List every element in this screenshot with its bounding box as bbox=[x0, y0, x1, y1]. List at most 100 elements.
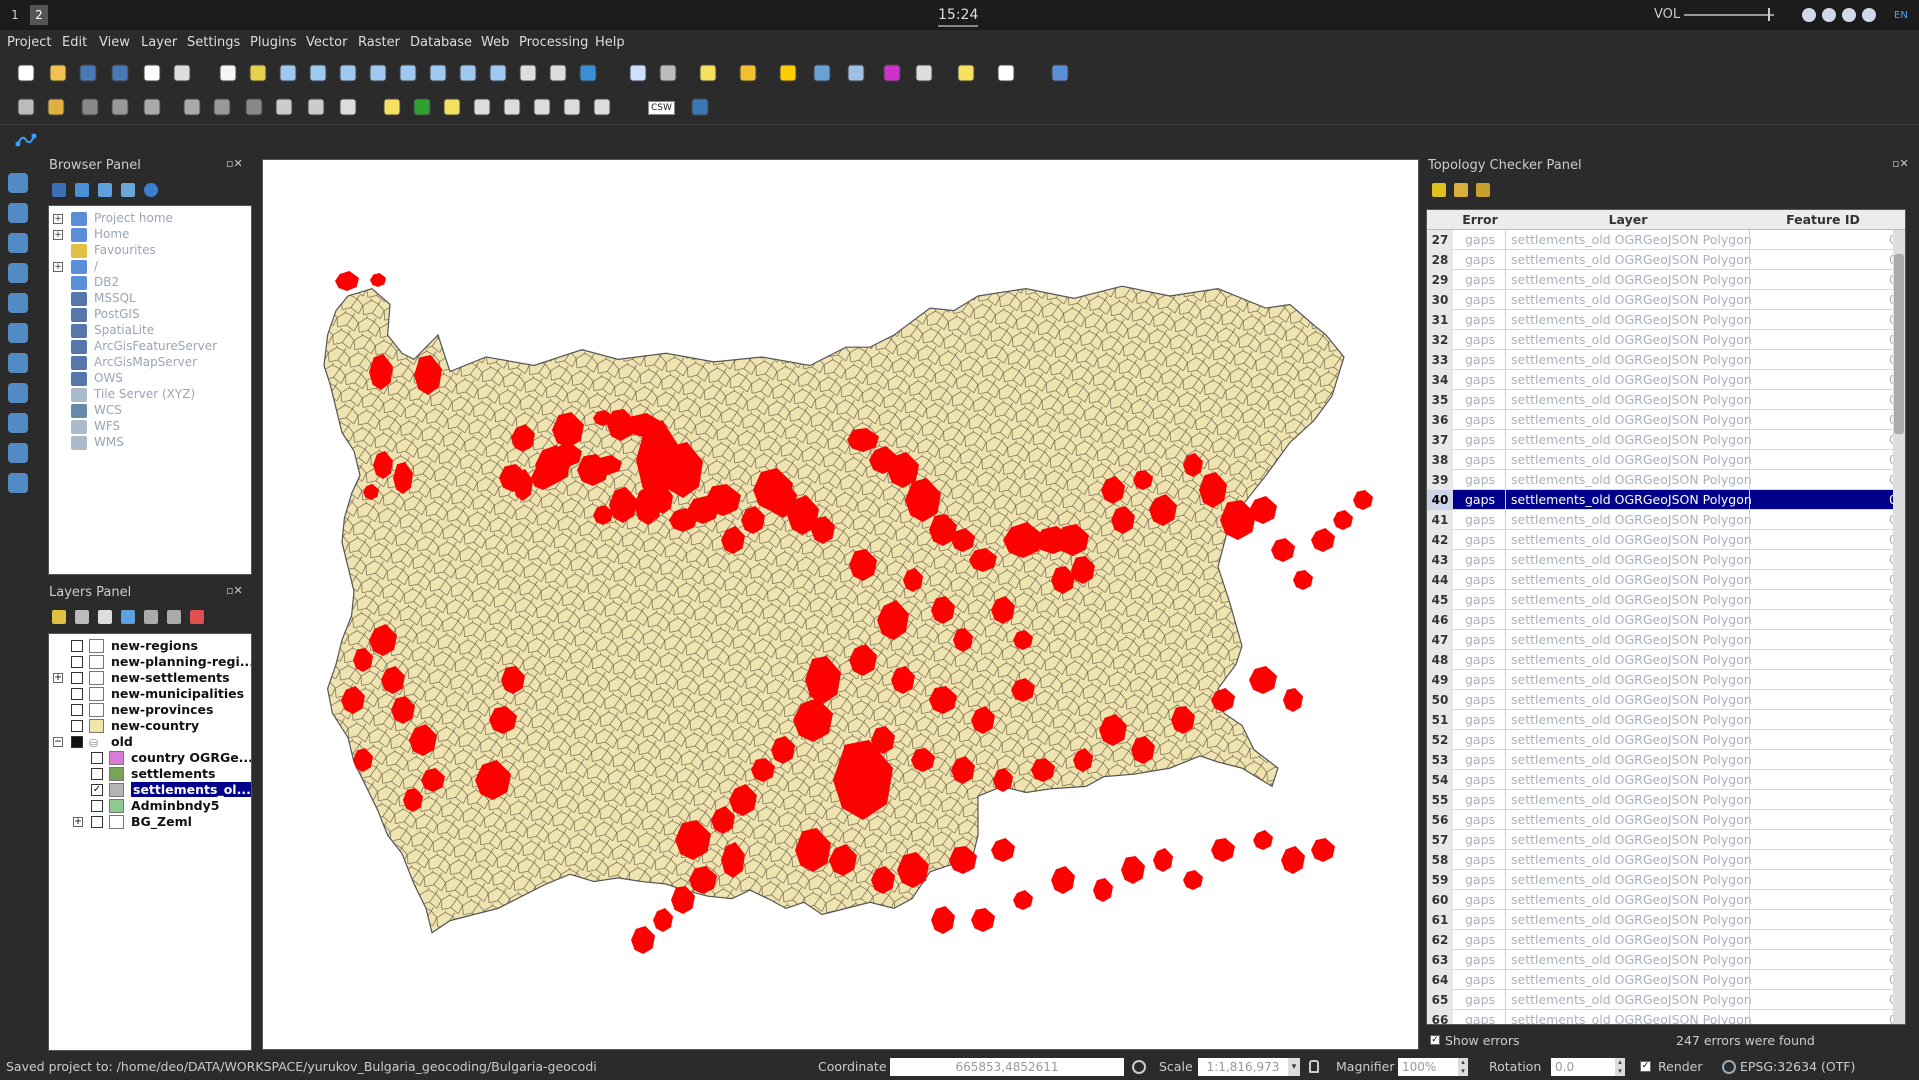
table-row[interactable]: 58 gaps settlements_old OGRGeoJSON Polygon… bbox=[1427, 850, 1905, 870]
show-errors-checkbox[interactable]: ✓ bbox=[1430, 1035, 1440, 1045]
table-row[interactable]: 60 gaps settlements_old OGRGeoJSON Polygon… bbox=[1427, 890, 1905, 910]
layer-row[interactable]: new-country bbox=[49, 718, 251, 734]
expand-icon[interactable]: + bbox=[53, 262, 63, 272]
browser-item[interactable]: DB2 bbox=[49, 275, 249, 291]
header-feature-id[interactable]: Feature ID bbox=[1751, 212, 1895, 227]
table-row[interactable]: 33 gaps settlements_old OGRGeoJSON Polygon… bbox=[1427, 350, 1905, 370]
help-icon[interactable] bbox=[1048, 61, 1072, 85]
table-row[interactable]: 53 gaps settlements_old OGRGeoJSON Polygon… bbox=[1427, 750, 1905, 770]
gap-error-polygon[interactable] bbox=[1153, 848, 1173, 872]
network-icon[interactable] bbox=[1802, 8, 1816, 22]
table-row[interactable]: 49 gaps settlements_old OGRGeoJSON Polygon… bbox=[1427, 670, 1905, 690]
coordinate-field[interactable]: 665853,4852611 bbox=[890, 1058, 1124, 1076]
browser-item[interactable]: + Project home bbox=[49, 211, 249, 227]
toggle-editing-icon[interactable] bbox=[44, 95, 68, 119]
add-polygon-vtool-icon[interactable] bbox=[5, 260, 31, 286]
zoom-next-icon[interactable] bbox=[486, 61, 510, 85]
gap-error-polygon[interactable] bbox=[1311, 838, 1335, 862]
layer-row[interactable]: + BG_Zeml bbox=[49, 814, 251, 830]
change-label-icon[interactable] bbox=[590, 95, 614, 119]
highlight-label-icon[interactable] bbox=[440, 95, 464, 119]
gap-error-polygon[interactable] bbox=[370, 273, 386, 287]
snapping-icon[interactable] bbox=[14, 128, 38, 152]
topology-panel-float-icon[interactable]: ▫✕ bbox=[1892, 157, 1909, 170]
layer-row[interactable]: + new-settlements bbox=[49, 670, 251, 686]
browser-item[interactable]: + Home bbox=[49, 227, 249, 243]
open-project-icon[interactable] bbox=[46, 61, 70, 85]
zoom-last-icon[interactable] bbox=[456, 61, 480, 85]
gap-error-polygon[interactable] bbox=[991, 838, 1015, 862]
gap-error-polygon[interactable] bbox=[653, 908, 673, 932]
table-row[interactable]: 57 gaps settlements_old OGRGeoJSON Polygon… bbox=[1427, 830, 1905, 850]
browser-item[interactable]: + / bbox=[49, 259, 249, 275]
identify-icon[interactable] bbox=[626, 61, 650, 85]
label-tool-icon[interactable] bbox=[380, 95, 404, 119]
gap-error-polygon[interactable] bbox=[1121, 856, 1145, 884]
header-layer[interactable]: Layer bbox=[1507, 212, 1749, 227]
expand-icon[interactable]: + bbox=[53, 230, 63, 240]
zoom-out-icon[interactable] bbox=[306, 61, 330, 85]
table-row[interactable]: 28 gaps settlements_old OGRGeoJSON Polygon… bbox=[1427, 250, 1905, 270]
gap-error-polygon[interactable] bbox=[971, 908, 995, 932]
magnifier-field[interactable]: 100% bbox=[1398, 1058, 1458, 1076]
crs-label[interactable]: EPSG:32634 (OTF) bbox=[1740, 1059, 1855, 1074]
table-row[interactable]: 31 gaps settlements_old OGRGeoJSON Polygon… bbox=[1427, 310, 1905, 330]
collapse-all-layers-icon[interactable] bbox=[167, 610, 181, 624]
georeferencer-icon[interactable] bbox=[5, 470, 31, 496]
dropbox-icon[interactable] bbox=[1842, 8, 1856, 22]
lock-scale-icon[interactable] bbox=[1309, 1060, 1319, 1073]
menu-database[interactable]: Database bbox=[410, 35, 472, 50]
layer-row[interactable]: new-municipalities bbox=[49, 686, 251, 702]
rotation-field[interactable]: 0.0 bbox=[1551, 1058, 1615, 1076]
table-row[interactable]: 35 gaps settlements_old OGRGeoJSON Polygon… bbox=[1427, 390, 1905, 410]
table-row[interactable]: 47 gaps settlements_old OGRGeoJSON Polygon… bbox=[1427, 630, 1905, 650]
gap-error-polygon[interactable] bbox=[1293, 570, 1313, 590]
browser-item[interactable]: ArcGisMapServer bbox=[49, 355, 249, 371]
gap-error-polygon[interactable] bbox=[1093, 878, 1113, 902]
properties-icon[interactable] bbox=[144, 183, 158, 197]
browser-item[interactable]: ArcGisFeatureServer bbox=[49, 339, 249, 355]
gap-error-polygon[interactable] bbox=[1013, 890, 1033, 910]
field-calculator-icon[interactable] bbox=[844, 61, 868, 85]
add-polygon-icon[interactable] bbox=[108, 95, 132, 119]
expand-all-icon[interactable] bbox=[144, 610, 158, 624]
layer-row[interactable]: new-regions bbox=[49, 638, 251, 654]
crs-globe-icon[interactable] bbox=[1722, 1060, 1736, 1074]
table-row[interactable]: 62 gaps settlements_old OGRGeoJSON Polygon… bbox=[1427, 930, 1905, 950]
table-row[interactable]: 46 gaps settlements_old OGRGeoJSON Polygon… bbox=[1427, 610, 1905, 630]
table-row[interactable]: 59 gaps settlements_old OGRGeoJSON Polygon… bbox=[1427, 870, 1905, 890]
layer-visibility-checkbox[interactable] bbox=[91, 816, 103, 828]
add-selected-layers-icon[interactable] bbox=[52, 183, 66, 197]
gap-error-polygon[interactable] bbox=[1183, 870, 1203, 890]
validate-all-icon[interactable] bbox=[1432, 183, 1446, 197]
zoom-in-icon[interactable] bbox=[276, 61, 300, 85]
browser-item[interactable]: Tile Server (XYZ) bbox=[49, 387, 249, 403]
browser-item[interactable]: WCS bbox=[49, 403, 249, 419]
expand-icon[interactable]: + bbox=[53, 214, 63, 224]
table-row[interactable]: 63 gaps settlements_old OGRGeoJSON Polygon… bbox=[1427, 950, 1905, 970]
select-by-value-icon[interactable] bbox=[736, 61, 760, 85]
modify-attributes-icon[interactable] bbox=[210, 95, 234, 119]
header-error[interactable]: Error bbox=[1455, 212, 1505, 227]
table-scrollbar[interactable] bbox=[1893, 230, 1905, 1024]
digitize-curve-icon[interactable] bbox=[140, 95, 164, 119]
run-action-icon[interactable] bbox=[656, 61, 680, 85]
select-features-icon[interactable] bbox=[696, 61, 720, 85]
table-row[interactable]: 54 gaps settlements_old OGRGeoJSON Polygon… bbox=[1427, 770, 1905, 790]
layout-manager-icon[interactable] bbox=[170, 61, 194, 85]
gap-error-polygon[interactable] bbox=[931, 906, 955, 934]
table-row[interactable]: 32 gaps settlements_old OGRGeoJSON Polygon… bbox=[1427, 330, 1905, 350]
delete-selected-icon[interactable] bbox=[242, 95, 266, 119]
python-console-icon[interactable] bbox=[688, 95, 712, 119]
gap-error-polygon[interactable] bbox=[1353, 490, 1373, 510]
vertex-tool-icon[interactable] bbox=[180, 95, 204, 119]
layer-visibility-checkbox[interactable] bbox=[71, 736, 83, 748]
menu-vector[interactable]: Vector bbox=[306, 35, 347, 50]
map-svg[interactable] bbox=[263, 160, 1419, 1050]
table-row[interactable]: 39 gaps settlements_old OGRGeoJSON Polygon… bbox=[1427, 470, 1905, 490]
table-row[interactable]: 56 gaps settlements_old OGRGeoJSON Polygon… bbox=[1427, 810, 1905, 830]
browser-panel-float-icon[interactable]: ▫✕ bbox=[226, 157, 243, 170]
save-as-icon[interactable] bbox=[108, 61, 132, 85]
layer-visibility-checkbox[interactable]: ✓ bbox=[91, 784, 103, 796]
configure-rules-icon[interactable] bbox=[1476, 183, 1490, 197]
